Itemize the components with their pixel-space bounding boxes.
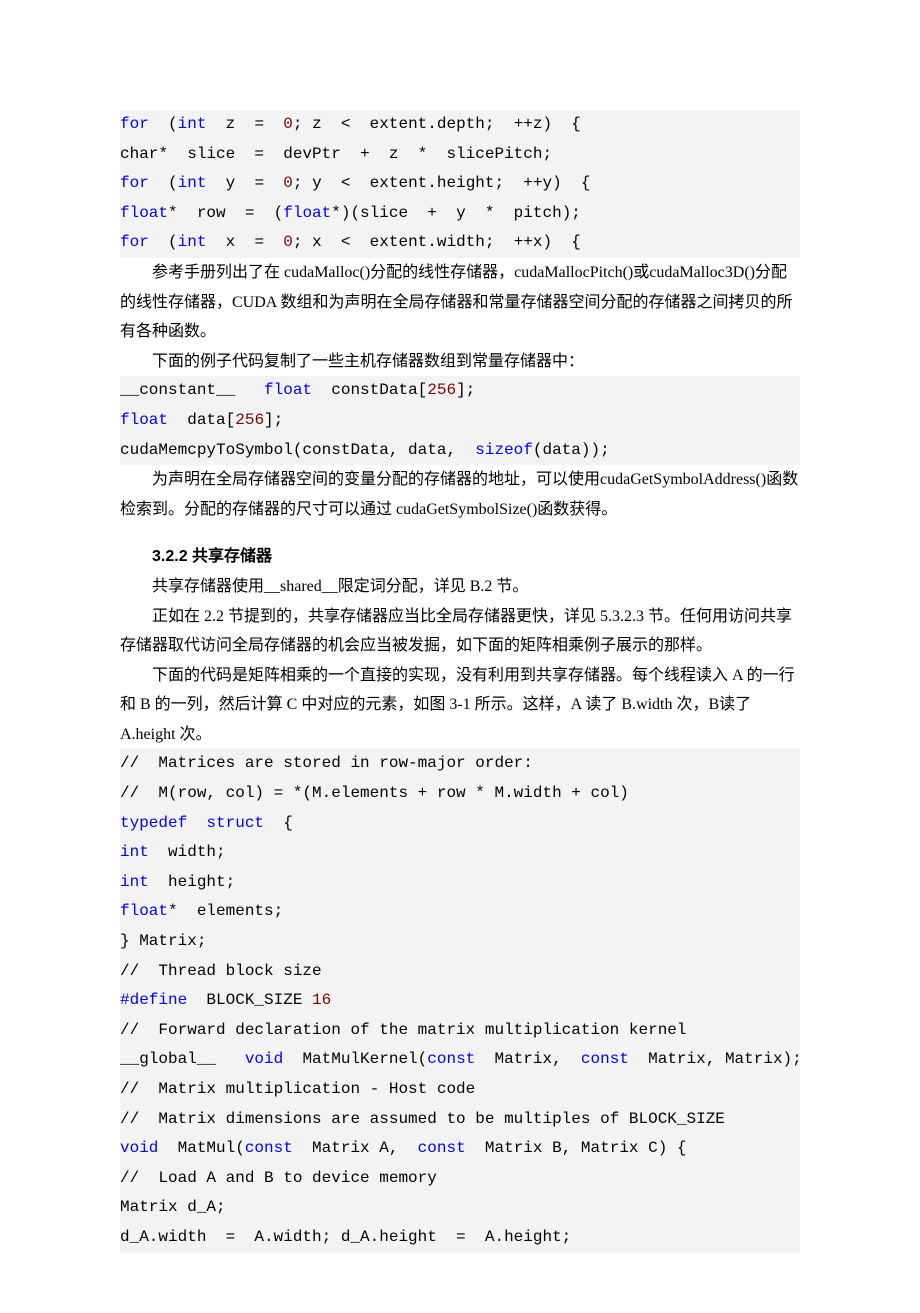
code-line: // Load A and B to device memory xyxy=(120,1164,800,1194)
code-line: cudaMemcpyToSymbol(constData, data, size… xyxy=(120,436,800,466)
code-line: float* row = (float*)(slice + y * pitch)… xyxy=(120,199,800,229)
paragraph: 正如在 2.2 节提到的，共享存储器应当比全局存储器更快，详见 5.3.2.3 … xyxy=(120,602,800,661)
code-line: __global__ void MatMulKernel(const Matri… xyxy=(120,1045,800,1075)
code-line: } Matrix; xyxy=(120,927,800,957)
code-line: for (int z = 0; z < extent.depth; ++z) { xyxy=(120,110,800,140)
paragraph: 参考手册列出了在 cudaMalloc()分配的线性存储器，cudaMalloc… xyxy=(120,258,800,347)
code-line: Matrix d_A; xyxy=(120,1193,800,1223)
code-line: char* slice = devPtr + z * slicePitch; xyxy=(120,140,800,170)
code-line: __constant__ float constData[256]; xyxy=(120,376,800,406)
code-line: // Forward declaration of the matrix mul… xyxy=(120,1016,800,1046)
code-line: float* elements; xyxy=(120,897,800,927)
code-line: for (int x = 0; x < extent.width; ++x) { xyxy=(120,228,800,258)
code-line: #define BLOCK_SIZE 16 xyxy=(120,986,800,1016)
code-line: // Matrix dimensions are assumed to be m… xyxy=(120,1105,800,1135)
code-line: // Thread block size xyxy=(120,957,800,987)
code-line: int width; xyxy=(120,838,800,868)
code-line: void MatMul(const Matrix A, const Matrix… xyxy=(120,1134,800,1164)
code-line: // Matrix multiplication - Host code xyxy=(120,1075,800,1105)
code-block-2: __constant__ float constData[256]; float… xyxy=(120,376,800,465)
paragraph: 为声明在全局存储器空间的变量分配的存储器的地址，可以使用cudaGetSymbo… xyxy=(120,465,800,524)
paragraph: 下面的例子代码复制了一些主机存储器数组到常量存储器中： xyxy=(120,347,800,377)
code-line: float data[256]; xyxy=(120,406,800,436)
code-line: int height; xyxy=(120,868,800,898)
paragraph: 共享存储器使用__shared__限定词分配，详见 B.2 节。 xyxy=(120,572,800,602)
code-line: // Matrices are stored in row-major orde… xyxy=(120,749,800,779)
paragraph: 下面的代码是矩阵相乘的一个直接的实现，没有利用到共享存储器。每个线程读入 A 的… xyxy=(120,661,800,750)
section-heading: 3.2.2 共享存储器 xyxy=(120,542,800,572)
code-block-1: for (int z = 0; z < extent.depth; ++z) {… xyxy=(120,110,800,258)
code-block-3: // Matrices are stored in row-major orde… xyxy=(120,749,800,1252)
code-line: typedef struct { xyxy=(120,809,800,839)
page: for (int z = 0; z < extent.depth; ++z) {… xyxy=(0,0,920,1313)
code-line: for (int y = 0; y < extent.height; ++y) … xyxy=(120,169,800,199)
code-line: d_A.width = A.width; d_A.height = A.heig… xyxy=(120,1223,800,1253)
code-line: // M(row, col) = *(M.elements + row * M.… xyxy=(120,779,800,809)
